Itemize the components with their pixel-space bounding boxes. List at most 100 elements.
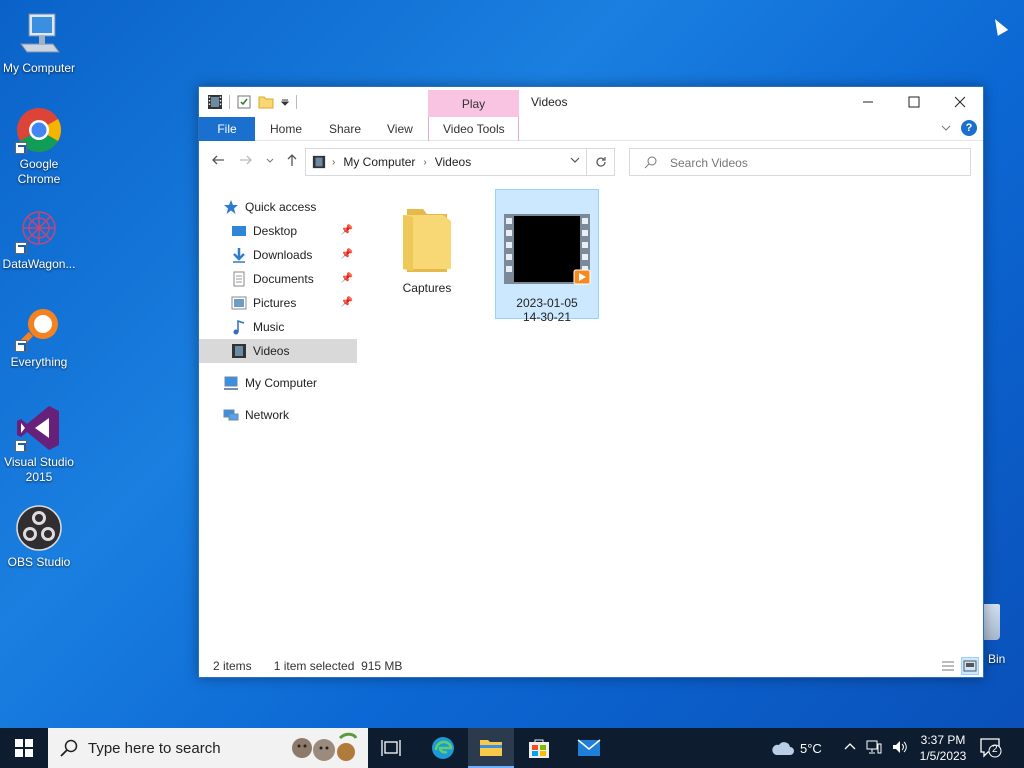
- folder-icon: [395, 197, 459, 273]
- context-tab-play[interactable]: Play: [428, 90, 519, 117]
- expand-ribbon-chevron-icon[interactable]: [941, 123, 951, 133]
- pictures-icon: [231, 295, 247, 311]
- computer-icon: [15, 10, 63, 58]
- tab-file[interactable]: File: [199, 117, 255, 141]
- pin-icon[interactable]: 📌: [341, 219, 353, 243]
- close-button[interactable]: [937, 87, 983, 117]
- address-bar[interactable]: › My Computer › Videos: [305, 148, 615, 176]
- chevron-right-icon: ›: [423, 156, 427, 168]
- desktop-icon-visual-studio[interactable]: Visual Studio 2015: [2, 404, 76, 485]
- forward-button[interactable]: [239, 153, 253, 170]
- up-button[interactable]: [285, 153, 299, 170]
- desktop-icon-everything[interactable]: Everything: [2, 304, 76, 370]
- desktop-icon-label: DataWagon...: [2, 257, 76, 271]
- notification-icon: [980, 738, 1002, 758]
- new-folder-icon[interactable]: [258, 94, 274, 110]
- pin-icon[interactable]: 📌: [341, 267, 353, 291]
- window-title: Videos: [531, 95, 568, 109]
- details-view-icon: [942, 661, 954, 671]
- details-view-button[interactable]: [939, 657, 957, 675]
- breadcrumb: › My Computer › Videos: [332, 155, 471, 169]
- taskbar-edge[interactable]: [420, 728, 466, 768]
- address-dropdown-button[interactable]: [570, 154, 580, 169]
- breadcrumb-videos[interactable]: Videos: [435, 155, 471, 169]
- desktop-icon-obs-studio[interactable]: OBS Studio: [2, 504, 76, 570]
- desktop-icon-google-chrome[interactable]: Google Chrome: [2, 106, 76, 187]
- search-highlight-illustration-icon: [290, 730, 362, 766]
- item-label: Captures: [402, 281, 452, 295]
- item-label-line2: 14-30-21: [522, 310, 572, 324]
- weather-temp: 5°C: [800, 740, 822, 756]
- ribbon-tabs: File Home Share View Video Tools ?: [199, 117, 983, 141]
- help-icon[interactable]: ?: [961, 120, 977, 136]
- chevron-down-icon: [570, 157, 580, 163]
- notification-center-button[interactable]: 2: [980, 738, 1002, 758]
- start-button[interactable]: [0, 728, 48, 768]
- weather-widget[interactable]: 5°C: [770, 740, 830, 756]
- tab-video-tools[interactable]: Video Tools: [443, 117, 505, 141]
- nav-documents[interactable]: Documents 📌: [199, 267, 357, 291]
- breadcrumb-my-computer[interactable]: My Computer: [343, 155, 415, 169]
- datawagon-icon: [15, 206, 63, 254]
- large-icons-view-button[interactable]: [961, 657, 979, 675]
- back-button[interactable]: [211, 153, 225, 170]
- pin-icon[interactable]: 📌: [341, 243, 353, 267]
- taskbar-mail[interactable]: [566, 728, 612, 768]
- title-bar[interactable]: Play Videos: [199, 87, 983, 117]
- nav-music[interactable]: Music: [199, 315, 357, 339]
- task-view-icon: [381, 740, 401, 756]
- pin-icon[interactable]: 📌: [341, 291, 353, 315]
- nav-network[interactable]: Network: [199, 403, 357, 427]
- star-icon: [223, 199, 239, 215]
- tab-share[interactable]: Share: [329, 117, 361, 141]
- clock[interactable]: 3:37 PM 1/5/2023: [912, 732, 974, 764]
- refresh-button[interactable]: [586, 149, 614, 175]
- obs-icon: [15, 504, 63, 552]
- desktop-icon-datawagon[interactable]: DataWagon...: [2, 206, 76, 272]
- chrome-icon: [15, 106, 63, 154]
- desktop-icon-label: Bin: [988, 652, 1006, 666]
- nav-videos[interactable]: Videos: [199, 339, 357, 363]
- taskbar-store[interactable]: [516, 728, 562, 768]
- recent-locations-button[interactable]: [265, 153, 275, 170]
- folder-item-captures[interactable]: Captures: [375, 189, 479, 319]
- status-bar: 2 items 1 item selected 915 MB: [213, 659, 402, 673]
- nav-my-computer[interactable]: My Computer: [199, 371, 357, 395]
- taskbar-search-box[interactable]: Type here to search: [48, 728, 368, 768]
- tab-view[interactable]: View: [387, 117, 413, 141]
- nav-label: Music: [253, 320, 285, 334]
- maximize-button[interactable]: [891, 87, 937, 117]
- nav-desktop[interactable]: Desktop 📌: [199, 219, 357, 243]
- shortcut-arrow-icon: [15, 340, 27, 352]
- videos-folder-icon: [312, 155, 326, 172]
- file-explorer-window: Play Videos File Home Share View Video T…: [198, 86, 984, 678]
- edge-icon: [432, 737, 454, 759]
- chevron-up-icon[interactable]: [844, 740, 856, 754]
- nav-quick-access[interactable]: Quick access: [199, 195, 357, 219]
- search-box[interactable]: Search Videos: [629, 148, 971, 176]
- task-view-button[interactable]: [368, 728, 414, 768]
- shortcut-arrow-icon: [15, 440, 27, 452]
- network-status-icon[interactable]: [866, 740, 882, 754]
- customize-toolbar-chevron-icon[interactable]: [280, 94, 290, 110]
- video-item-2023-01-05[interactable]: 2023-01-05 14-30-21: [495, 189, 599, 324]
- search-icon: [60, 739, 78, 760]
- nav-label: Downloads: [253, 248, 313, 262]
- desktop-icon-my-computer[interactable]: My Computer: [2, 10, 76, 76]
- nav-downloads[interactable]: Downloads 📌: [199, 243, 357, 267]
- nav-pictures[interactable]: Pictures 📌: [199, 291, 357, 315]
- tab-home[interactable]: Home: [270, 117, 302, 141]
- chevron-down-icon: [266, 158, 274, 163]
- minimize-button[interactable]: [845, 87, 891, 117]
- large-icons-view-icon: [963, 660, 977, 672]
- selection-info: 1 item selected 915 MB: [273, 659, 403, 673]
- film-icon: [207, 94, 223, 110]
- taskbar-file-explorer[interactable]: [468, 728, 514, 768]
- properties-icon[interactable]: [236, 94, 252, 110]
- volume-icon[interactable]: [892, 740, 908, 754]
- nav-label: My Computer: [245, 376, 318, 390]
- nav-label: Pictures: [253, 296, 297, 310]
- cloud-icon: [772, 742, 794, 755]
- download-arrow-icon: [231, 247, 247, 263]
